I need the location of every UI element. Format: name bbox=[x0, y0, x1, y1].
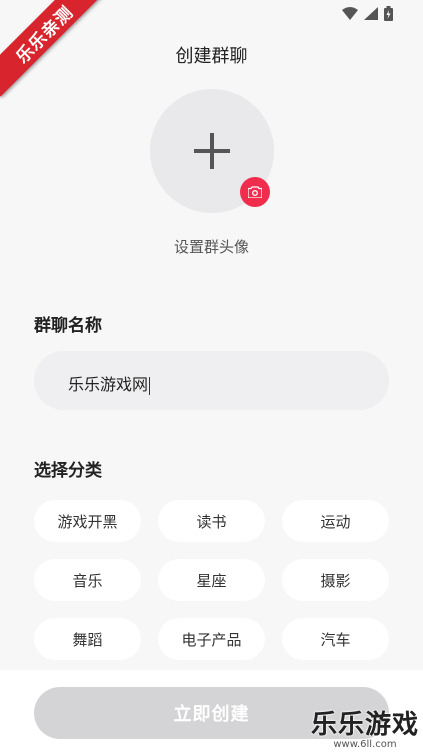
page-title: 创建群聊 bbox=[175, 46, 248, 67]
category-chip-astrology[interactable]: 星座 bbox=[158, 559, 265, 601]
group-name-text: 乐乐游戏网 bbox=[68, 375, 149, 394]
category-chip-photography[interactable]: 摄影 bbox=[282, 559, 389, 601]
battery-icon bbox=[384, 6, 393, 21]
status-icons bbox=[342, 6, 393, 21]
category-chip-dance[interactable]: 舞蹈 bbox=[34, 618, 141, 660]
category-chip-music[interactable]: 音乐 bbox=[34, 559, 141, 601]
watermark-title: 乐乐游戏 bbox=[310, 710, 419, 740]
group-name-value[interactable]: 乐乐游戏网 bbox=[68, 371, 151, 395]
category-chip-gaming[interactable]: 游戏开黑 bbox=[34, 500, 141, 542]
group-avatar-picker[interactable] bbox=[150, 89, 274, 213]
category-chip-sports[interactable]: 运动 bbox=[282, 500, 389, 542]
group-name-label: 群聊名称 bbox=[34, 316, 102, 336]
category-chip-reading[interactable]: 读书 bbox=[158, 500, 265, 542]
plus-icon bbox=[194, 133, 230, 169]
category-chip-electronics[interactable]: 电子产品 bbox=[158, 618, 265, 660]
camera-badge[interactable] bbox=[240, 177, 270, 207]
wifi-icon bbox=[342, 7, 358, 20]
category-chips: 游戏开黑 读书 运动 音乐 星座 摄影 舞蹈 电子产品 汽车 bbox=[34, 500, 390, 660]
category-label: 选择分类 bbox=[34, 461, 102, 481]
camera-icon bbox=[248, 186, 262, 198]
avatar-caption: 设置群头像 bbox=[173, 238, 249, 256]
site-watermark: 乐乐游戏 www.6ll.com bbox=[311, 704, 419, 750]
signal-icon bbox=[364, 7, 378, 20]
text-caret bbox=[149, 376, 151, 395]
category-chip-cars[interactable]: 汽车 bbox=[282, 618, 389, 660]
